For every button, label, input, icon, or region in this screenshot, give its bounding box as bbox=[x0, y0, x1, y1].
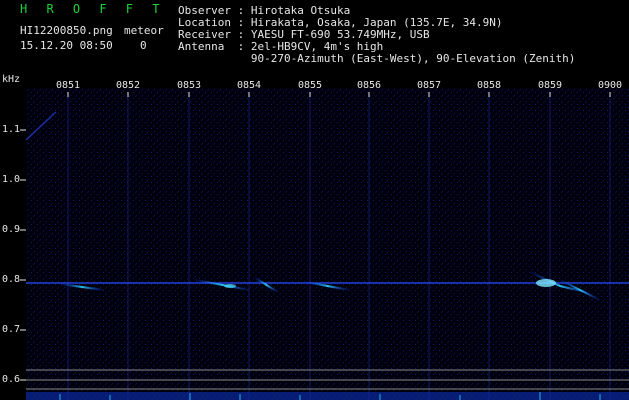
y-tick-marks bbox=[20, 129, 26, 381]
noise-floor bbox=[26, 392, 629, 400]
spectrogram-background bbox=[26, 88, 629, 400]
bright-echo bbox=[536, 279, 556, 287]
bright-echo bbox=[224, 284, 236, 288]
spectrogram bbox=[20, 88, 629, 400]
